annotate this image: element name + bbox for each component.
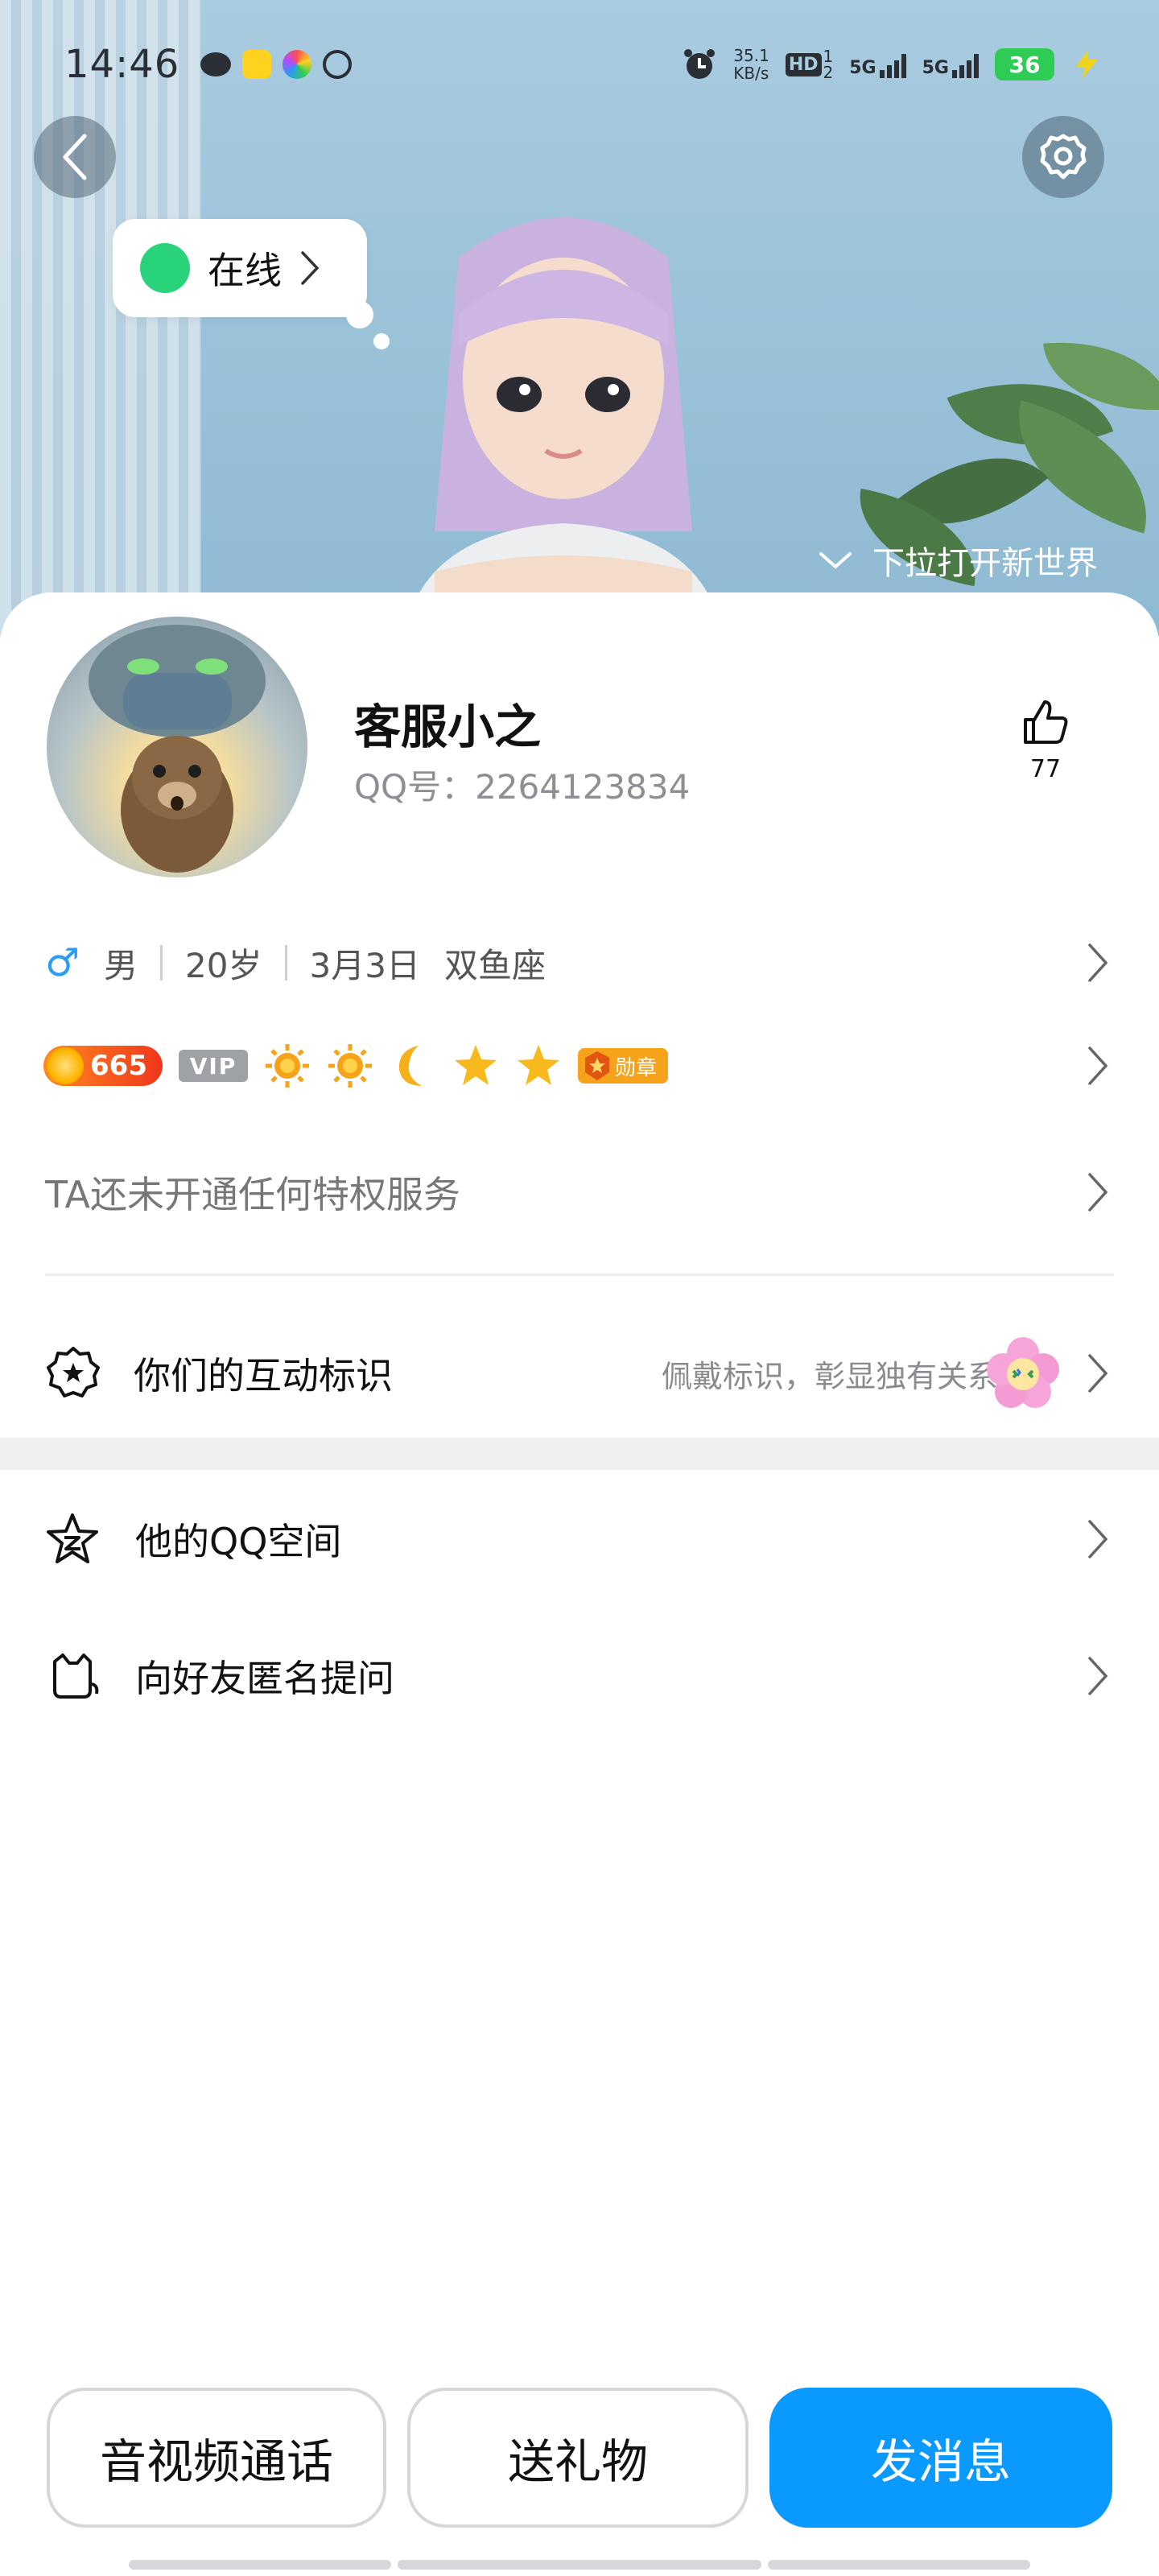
privilege-service-row[interactable]: TA还未开通任何特权服务: [0, 1148, 1159, 1236]
colorful-app-icon: [283, 50, 312, 79]
gesture-bar-right: [768, 2560, 1030, 2570]
flower-icon: [987, 1337, 1059, 1408]
hd-indicator: HD 1 2: [785, 48, 833, 80]
send-message-button[interactable]: 发消息: [769, 2388, 1112, 2528]
charging-icon: [1075, 50, 1098, 79]
badge-row[interactable]: 665 VIP 勋章: [0, 1032, 1159, 1100]
avatar-3d-figure[interactable]: [338, 193, 789, 636]
cat-icon: [53, 1653, 99, 1699]
pull-down-hint[interactable]: 下拉打开新世界: [818, 535, 1098, 586]
coin-icon: [47, 1047, 84, 1084]
chevron-down-icon: [819, 552, 852, 569]
chevron-right-icon: [1088, 1657, 1108, 1695]
gesture-bar-center: [398, 2560, 761, 2570]
online-dot-icon: [140, 243, 190, 293]
chevron-right-icon: [1088, 1354, 1108, 1393]
thumbs-up-icon: [1024, 700, 1068, 744]
interaction-mark-desc: 佩戴标识，彰显独有关系: [661, 1358, 998, 1394]
anonymous-question-label: 向好友匿名提问: [135, 1657, 394, 1700]
circle-app-icon: [323, 50, 353, 79]
back-button[interactable]: [34, 116, 116, 198]
gear-icon: [1040, 134, 1087, 180]
avatar-image: [89, 625, 266, 873]
vip-badge: VIP: [179, 1050, 248, 1082]
basic-info-row[interactable]: ♂ 男 20岁 3月3日 双鱼座: [0, 931, 1159, 995]
send-gift-button[interactable]: 送礼物: [407, 2388, 749, 2528]
gesture-bar-left: [129, 2560, 391, 2570]
separator: [160, 945, 163, 980]
online-status-bubble[interactable]: 在线: [113, 219, 367, 317]
chevron-right-icon: [301, 251, 320, 285]
profile-card: 客服小之 QQ号：2264123834 77 ♂ 男 20岁 3月3日 双鱼座 …: [0, 592, 1159, 2576]
nickname: 客服小之: [354, 700, 542, 754]
online-status-text: 在线: [208, 249, 282, 292]
male-icon: ♂: [45, 940, 80, 985]
anonymous-question-row[interactable]: 向好友匿名提问: [0, 1628, 1159, 1724]
qzone-star-icon: [47, 1513, 98, 1563]
alarm-icon: [684, 49, 716, 79]
sun-icon: [266, 1044, 309, 1088]
signal-sim1: 5G: [849, 51, 906, 78]
star-icon: [518, 1045, 559, 1085]
age-text: 20岁: [185, 945, 262, 985]
chevron-right-icon: [1088, 943, 1108, 982]
profile-avatar[interactable]: [47, 617, 307, 877]
chevron-right-icon: [1088, 1173, 1108, 1212]
bottom-action-bar: 音视频通话 送礼物 发消息: [0, 2388, 1159, 2528]
zodiac-text: 双鱼座: [443, 945, 546, 985]
status-app-icons: [200, 50, 353, 79]
net-speed: 35.1 KB/s: [733, 46, 769, 83]
like-button[interactable]: 77: [1013, 697, 1079, 783]
gender-text: 男: [104, 945, 138, 985]
badge-star-icon: [47, 1347, 100, 1397]
level-badge: 665: [43, 1046, 163, 1086]
rabbit-app-icon: [242, 50, 272, 79]
status-bar: 14:46 35.1 KB/s HD 1 2 5G 5G 36: [0, 0, 1159, 129]
star-icon: [455, 1045, 497, 1085]
signal-sim2: 5G: [922, 51, 979, 78]
qq-number: QQ号：2264123834: [354, 767, 691, 807]
bubble-tail-small: [373, 333, 390, 349]
section-separator: [0, 1438, 1159, 1470]
chevron-right-icon: [1088, 1046, 1108, 1085]
interaction-mark-title: 你们的互动标识: [134, 1354, 393, 1397]
sun-icon: [328, 1044, 372, 1088]
privilege-text: TA还未开通任何特权服务: [45, 1173, 460, 1216]
app-notification-icon: [200, 52, 232, 76]
av-call-button[interactable]: 音视频通话: [47, 2388, 386, 2528]
qq-zone-row[interactable]: 他的QQ空间: [0, 1491, 1159, 1587]
like-count: 77: [1029, 755, 1062, 783]
chevron-left-icon: [63, 134, 87, 180]
chevron-right-icon: [1088, 1520, 1108, 1558]
hero-banner[interactable]: 14:46 35.1 KB/s HD 1 2 5G 5G 36 在线 下拉打开新…: [0, 0, 1159, 636]
birthday-text: 3月3日: [309, 945, 420, 985]
divider: [45, 1274, 1114, 1276]
battery-indicator: 36: [995, 48, 1054, 80]
moon-icon: [398, 1046, 422, 1086]
medal-badge: 勋章: [578, 1048, 669, 1084]
qq-zone-label: 他的QQ空间: [135, 1520, 342, 1563]
separator: [284, 945, 287, 980]
status-right-group: 35.1 KB/s HD 1 2 5G 5G 36: [682, 47, 1103, 82]
medal-icon: [585, 1051, 609, 1080]
pull-hint-text: 下拉打开新世界: [872, 545, 1098, 582]
status-time: 14:46: [64, 42, 180, 87]
settings-button[interactable]: [1022, 116, 1104, 198]
interaction-mark-row[interactable]: 你们的互动标识 佩戴标识，彰显独有关系: [0, 1317, 1159, 1430]
bubble-tail: [346, 301, 373, 328]
